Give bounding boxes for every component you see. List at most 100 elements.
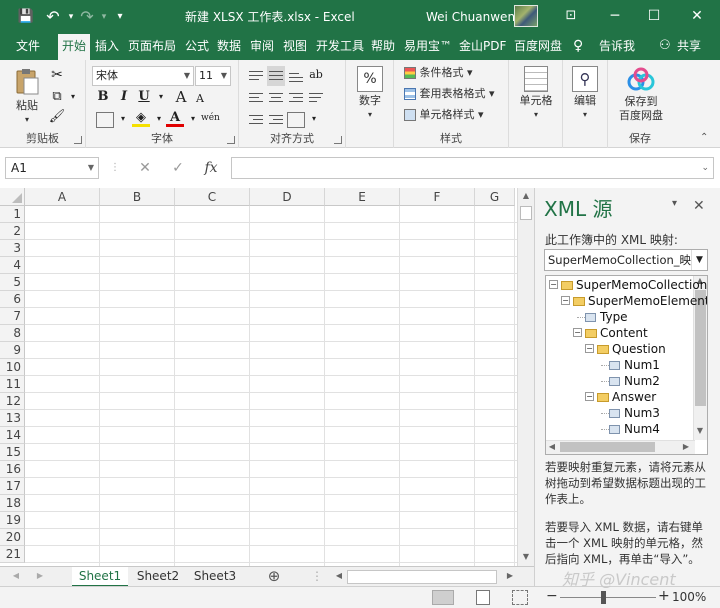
xml-tree-node[interactable]: Content — [600, 325, 648, 341]
tree-horizontal-scrollbar[interactable]: ◀ ▶ — [546, 440, 695, 454]
sheet-tab-sheet1[interactable]: Sheet1 — [72, 567, 128, 587]
xml-tree[interactable]: ▲ ▼ ◀ ▶ − SuperMemoCollection − SuperMemoEl… — [545, 275, 708, 455]
formula-bar-grip-icon[interactable]: ⋮ — [104, 157, 126, 179]
row-header[interactable]: 8 — [0, 325, 25, 342]
xml-map-select[interactable]: SuperMemoCollection_映射 ▼ — [544, 249, 708, 271]
border-dropdown-icon[interactable]: ▾ — [114, 110, 132, 128]
maximize-icon[interactable]: ☐ — [643, 5, 665, 27]
row-header[interactable]: 5 — [0, 274, 25, 291]
sheet-tab-sheet2[interactable]: Sheet2 — [131, 567, 185, 587]
xml-tree-node[interactable]: Question — [612, 341, 666, 357]
worksheet-grid[interactable]: A B C D E F G 1 2 3 4 5 6 7 8 9 10 11 12 13 14 15 16 17 18 19 20 21 — [0, 188, 517, 566]
lightbulb-icon[interactable]: ♀ — [571, 34, 585, 60]
tell-me-box[interactable]: 告诉我 — [597, 34, 637, 60]
tab-insert[interactable]: 插入 — [93, 34, 121, 60]
phonetic-guide-button[interactable]: wén — [201, 109, 220, 127]
xml-tree-node[interactable]: SuperMemoCollection — [576, 277, 707, 293]
tab-view[interactable]: 视图 — [281, 34, 309, 60]
tab-wps-pdf[interactable]: 金山PDF — [457, 34, 508, 60]
tab-formulas[interactable]: 公式 — [183, 34, 211, 60]
align-middle-icon[interactable] — [267, 66, 285, 86]
column-header[interactable]: D — [250, 188, 325, 206]
decrease-indent-icon[interactable] — [247, 112, 265, 128]
zoom-slider[interactable] — [560, 597, 656, 598]
clipboard-launcher-icon[interactable] — [74, 136, 82, 144]
column-header[interactable]: F — [400, 188, 475, 206]
collapse-node-icon[interactable]: − — [549, 280, 558, 289]
collapse-node-icon[interactable]: − — [585, 344, 594, 353]
prev-sheet-icon[interactable]: ◀ — [8, 571, 24, 580]
format-painter-icon[interactable]: 🖌 — [48, 108, 66, 126]
paste-button[interactable]: 粘贴 ▾ — [10, 66, 44, 127]
alignment-launcher-icon[interactable] — [334, 136, 342, 144]
wrap-text-icon[interactable] — [307, 90, 325, 106]
expand-formula-icon[interactable]: ⌄ — [701, 158, 709, 178]
merge-center-icon[interactable] — [287, 112, 305, 128]
xml-tree-node[interactable]: Num3 — [624, 405, 660, 421]
sheet-tab-sheet3[interactable]: Sheet3 — [188, 567, 242, 587]
align-center-icon[interactable] — [267, 90, 285, 106]
conditional-formatting-button[interactable]: 条件格式 ▾ — [404, 64, 473, 82]
row-header[interactable]: 4 — [0, 257, 25, 274]
number-format-button[interactable]: % 数字 ▾ — [352, 66, 388, 122]
row-header[interactable]: 19 — [0, 512, 25, 529]
pane-close-icon[interactable]: ✕ — [693, 198, 705, 214]
xml-tree-node[interactable]: Type — [600, 309, 628, 325]
cancel-entry-icon[interactable]: ✕ — [134, 157, 156, 179]
row-header[interactable]: 18 — [0, 495, 25, 512]
collapse-node-icon[interactable]: − — [573, 328, 582, 337]
tab-page-layout[interactable]: 页面布局 — [126, 34, 178, 60]
vertical-scrollbar[interactable]: ▲ ▼ — [517, 188, 534, 566]
row-header[interactable]: 14 — [0, 427, 25, 444]
tab-data[interactable]: 数据 — [215, 34, 243, 60]
zoom-in-button[interactable]: + — [658, 588, 670, 604]
ribbon-display-options-icon[interactable]: ⊡ — [560, 5, 582, 27]
save-to-baidu-button[interactable]: 保存到 百度网盘 — [614, 66, 668, 123]
scroll-right-icon[interactable]: ▶ — [502, 571, 518, 580]
minimize-icon[interactable]: ─ — [604, 5, 626, 27]
tab-help[interactable]: 帮助 — [369, 34, 397, 60]
font-name-select[interactable]: 宋体 ▼ — [92, 66, 194, 86]
bold-button[interactable]: B — [94, 88, 112, 106]
formula-input[interactable]: ⌄ — [231, 157, 714, 179]
customize-qat-icon[interactable]: ▾ — [111, 8, 129, 26]
normal-view-icon[interactable] — [432, 590, 454, 605]
tab-home[interactable]: 开始 — [58, 34, 91, 60]
tab-splitter-icon[interactable]: ⋮ — [310, 567, 324, 587]
save-icon[interactable]: 💾 — [17, 8, 35, 26]
scroll-thumb[interactable] — [520, 206, 532, 220]
border-icon[interactable] — [96, 112, 114, 128]
tab-yiyongbao[interactable]: 易用宝™ — [402, 34, 454, 60]
confirm-entry-icon[interactable]: ✓ — [167, 157, 189, 179]
redo-icon[interactable]: ↷ — [78, 8, 96, 26]
underline-dropdown-icon[interactable]: ▾ — [152, 88, 170, 106]
xml-tree-node[interactable]: Num1 — [624, 357, 660, 373]
editing-button[interactable]: ⚲ 编辑 ▾ — [567, 66, 603, 122]
horizontal-scrollbar[interactable] — [347, 570, 497, 584]
tab-baidu-netdisk[interactable]: 百度网盘 — [512, 34, 564, 60]
column-header[interactable]: E — [325, 188, 400, 206]
row-header[interactable]: 13 — [0, 410, 25, 427]
scroll-left-icon[interactable]: ◀ — [331, 571, 347, 580]
row-header[interactable]: 16 — [0, 461, 25, 478]
font-size-select[interactable]: 11 ▼ — [195, 66, 231, 86]
tab-developer[interactable]: 开发工具 — [314, 34, 366, 60]
collapse-node-icon[interactable]: − — [561, 296, 570, 305]
page-break-view-icon[interactable] — [512, 590, 528, 605]
cells-button[interactable]: 单元格 ▾ — [515, 66, 557, 122]
font-color-button[interactable]: A — [166, 109, 184, 127]
row-header[interactable]: 7 — [0, 308, 25, 325]
tree-scroll-down-icon[interactable]: ▼ — [693, 426, 707, 435]
user-name[interactable]: Wei Chuanwen — [426, 9, 515, 25]
copy-dropdown-icon[interactable]: ▾ — [64, 88, 82, 106]
paste-dropdown-icon[interactable]: ▾ — [10, 113, 44, 127]
select-all-corner[interactable] — [0, 188, 25, 206]
row-header[interactable]: 9 — [0, 342, 25, 359]
row-header[interactable]: 1 — [0, 206, 25, 223]
underline-button[interactable]: U — [135, 88, 153, 106]
collapse-ribbon-icon[interactable]: ⌃ — [700, 132, 708, 143]
zoom-out-button[interactable]: − — [546, 588, 558, 604]
scroll-down-icon[interactable]: ▼ — [518, 552, 534, 561]
row-header[interactable]: 10 — [0, 359, 25, 376]
tab-review[interactable]: 审阅 — [248, 34, 276, 60]
